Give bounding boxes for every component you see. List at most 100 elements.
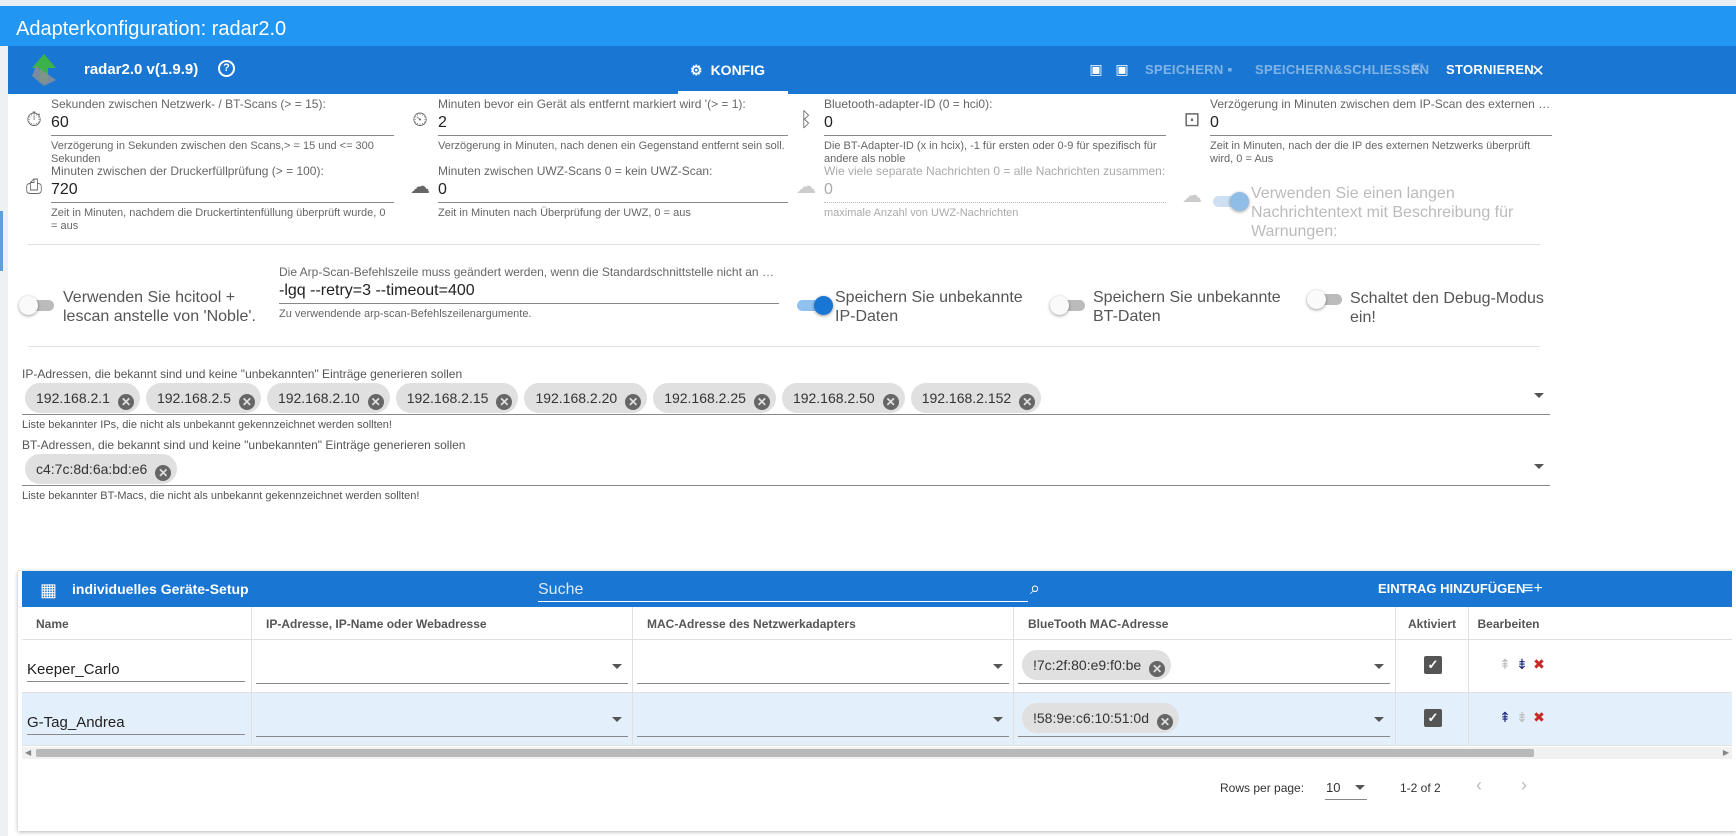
scan-interval-input[interactable]: 60	[51, 111, 394, 136]
move-up-icon[interactable]: ⇞	[1499, 656, 1511, 673]
remove-chip-icon[interactable]: ✕	[1157, 714, 1173, 730]
scroll-left-icon[interactable]: ◀	[25, 748, 31, 757]
pagination: Rows per page: 10 1-2 of 2 ‹ ›	[18, 761, 1736, 821]
hcitool-toggle[interactable]	[19, 296, 56, 315]
horizontal-scrollbar[interactable]: ◀ ▶	[22, 747, 1732, 759]
chevron-down-icon[interactable]	[993, 717, 1003, 722]
scroll-right-icon[interactable]: ▶	[1723, 748, 1729, 757]
cloud-download-icon: ☁	[796, 176, 816, 198]
ip-chip-text: 192.168.2.15	[406, 390, 489, 406]
col-mac[interactable]: MAC-Adresse des Netzwerkadapters	[632, 607, 1013, 640]
remove-chip-icon[interactable]: ✕	[1019, 394, 1036, 410]
move-up-icon[interactable]: ⇞	[1499, 709, 1511, 726]
printer-delay-input[interactable]: 720	[51, 178, 394, 203]
search-input[interactable]: Suche	[538, 579, 1028, 602]
bt-adapter-label: Bluetooth-adapter-ID (0 = hci0):	[824, 97, 993, 111]
table-row[interactable]: Keeper_Carlo !7c:2f:80:e9:f0:be ✕ ✓ ⇞ ⇟ ✖	[22, 640, 1732, 693]
col-name[interactable]: Name	[22, 607, 251, 640]
col-ip[interactable]: IP-Adresse, IP-Name oder Webadresse	[251, 607, 632, 640]
col-enabled[interactable]: Aktiviert	[1395, 607, 1468, 640]
rows-per-page-value: 10	[1326, 780, 1341, 795]
unknown-ip-toggle[interactable]	[795, 296, 833, 315]
remove-chip-icon[interactable]: ✕	[155, 465, 172, 481]
playlist-add-icon[interactable]: ≡+	[1524, 580, 1543, 598]
enabled-checkbox[interactable]: ✓	[1424, 656, 1442, 674]
chevron-down-icon[interactable]	[1374, 664, 1384, 669]
long-text-toggle[interactable]	[1211, 192, 1249, 211]
help-icon[interactable]: ?	[218, 60, 235, 77]
move-down-icon[interactable]: ⇟	[1516, 656, 1528, 673]
tab-konfig[interactable]: ⚙ KONFIG	[678, 46, 788, 94]
col-bt[interactable]: BlueTooth MAC-Adresse	[1013, 607, 1395, 640]
mac-select[interactable]	[637, 703, 1009, 737]
left-edge-strip	[0, 46, 8, 836]
remove-chip-icon[interactable]: ✕	[117, 394, 134, 410]
remove-chip-icon[interactable]: ✕	[753, 394, 770, 410]
enabled-checkbox[interactable]: ✓	[1424, 709, 1442, 727]
bt-chip-text: !7c:2f:80:e9:f0:be	[1033, 657, 1142, 673]
bt-chip: c4:7c:8d:6a:bd:e6 ✕	[25, 454, 178, 484]
table-row[interactable]: G-Tag_Andrea !58:9e:c6:10:51:0d ✕ ✓ ⇞ ⇟ ✖	[22, 693, 1732, 746]
remove-chip-icon[interactable]: ✕	[625, 394, 642, 410]
tab-konfig-label: KONFIG	[710, 62, 766, 78]
remove-chip-icon[interactable]: ✕	[367, 394, 384, 410]
name-input[interactable]: Keeper_Carlo	[27, 658, 245, 682]
enabled-cell: ✓	[1395, 693, 1468, 746]
rows-per-page-select[interactable]: 10	[1325, 776, 1367, 800]
known-ips-select[interactable]: 192.168.2.1 ✕ 192.168.2.5 ✕ 192.168.2.10 ✕ 192…	[22, 382, 1550, 415]
chevron-down-icon[interactable]	[1374, 717, 1384, 722]
delete-icon[interactable]: ✖	[1533, 709, 1545, 726]
search-icon[interactable]: ⌕	[1030, 578, 1040, 599]
remove-chip-icon[interactable]: ✕	[496, 394, 513, 410]
printer-delay-field[interactable]: Minuten zwischen der Druckerfüllprüfung …	[51, 164, 394, 233]
unknown-bt-toggle[interactable]	[1050, 296, 1087, 315]
chevron-down-icon[interactable]	[1534, 393, 1544, 398]
ext-ip-delay-field[interactable]: Verzögerung in Minuten zwischen dem IP-S…	[1210, 97, 1552, 166]
add-entry-button[interactable]: EINTRAG HINZUFÜGEN	[1378, 581, 1525, 596]
prev-page-icon[interactable]: ‹	[1476, 775, 1482, 796]
bt-adapter-field[interactable]: Bluetooth-adapter-ID (0 = hci0): 0 Die B…	[824, 97, 1166, 166]
bt-chip-text: c4:7c:8d:6a:bd:e6	[36, 461, 148, 477]
mac-select[interactable]	[637, 650, 1009, 684]
arp-cmd-input[interactable]: -lgq --retry=3 --timeout=400	[279, 279, 779, 304]
remove-chip-icon[interactable]: ✕	[238, 394, 255, 410]
chevron-down-icon[interactable]	[1534, 464, 1544, 469]
debug-label: Schaltet den Debug-Modus ein!	[1350, 290, 1544, 326]
scrollbar-thumb[interactable]	[36, 749, 1534, 757]
ext-ip-delay-label: Verzögerung in Minuten zwischen dem IP-S…	[1210, 97, 1552, 111]
remove-delay-input[interactable]: 2	[438, 111, 788, 136]
uwz-delay-field[interactable]: Minuten zwischen UWZ-Scans 0 = kein UWZ-…	[438, 164, 788, 220]
ip-select[interactable]	[256, 703, 628, 737]
scan-interval-hint: Verzögerung in Sekunden zwischen den Sca…	[51, 140, 374, 165]
chevron-down-icon[interactable]	[993, 664, 1003, 669]
remove-chip-icon[interactable]: ✕	[882, 394, 899, 410]
import-icon[interactable]: ▣	[1088, 61, 1104, 77]
ext-ip-delay-input[interactable]: 0	[1210, 111, 1552, 136]
chevron-down-icon[interactable]	[612, 664, 622, 669]
known-bts-select[interactable]: c4:7c:8d:6a:bd:e6 ✕	[22, 452, 1550, 486]
debug-toggle[interactable]	[1307, 290, 1344, 309]
uwz-delay-label: Minuten zwischen UWZ-Scans 0 = kein UWZ-…	[438, 164, 713, 178]
chevron-down-icon[interactable]	[1355, 785, 1365, 790]
uwz-messages-field[interactable]: Wie viele separate Nachrichten 0 = alle …	[824, 164, 1166, 220]
scan-interval-field[interactable]: Sekunden zwischen Netzwerk- / BT-Scans (…	[51, 97, 394, 166]
ip-select[interactable]	[256, 650, 628, 684]
save-button[interactable]: SPEICHERN	[1145, 62, 1224, 77]
delete-icon[interactable]: ✖	[1533, 656, 1545, 673]
name-input[interactable]: G-Tag_Andrea	[27, 711, 245, 735]
uwz-messages-input[interactable]: 0	[824, 178, 1166, 203]
remove-delay-field[interactable]: Minuten bevor ein Gerät als entfernt mar…	[438, 97, 788, 153]
uwz-delay-input[interactable]: 0	[438, 178, 788, 203]
arp-cmd-field[interactable]: Die Arp-Scan-Befehlszeile muss geändert …	[279, 265, 779, 321]
next-page-icon[interactable]: ›	[1521, 775, 1527, 796]
export-icon[interactable]: ▣	[1114, 61, 1130, 77]
chevron-down-icon[interactable]	[612, 717, 622, 722]
remove-chip-icon[interactable]: ✕	[1149, 661, 1166, 677]
move-down-icon[interactable]: ⇟	[1516, 709, 1528, 726]
bt-adapter-input[interactable]: 0	[824, 111, 1166, 136]
close-icon[interactable]: ✕	[1530, 61, 1546, 80]
known-ips-label: IP-Adressen, die bekannt sind und keine …	[22, 367, 463, 381]
scan-interval-label: Sekunden zwischen Netzwerk- / BT-Scans (…	[51, 97, 326, 111]
cancel-button[interactable]: STORNIEREN	[1446, 62, 1534, 77]
save-close-button[interactable]: SPEICHERN&SCHLIESSEN	[1255, 62, 1429, 77]
